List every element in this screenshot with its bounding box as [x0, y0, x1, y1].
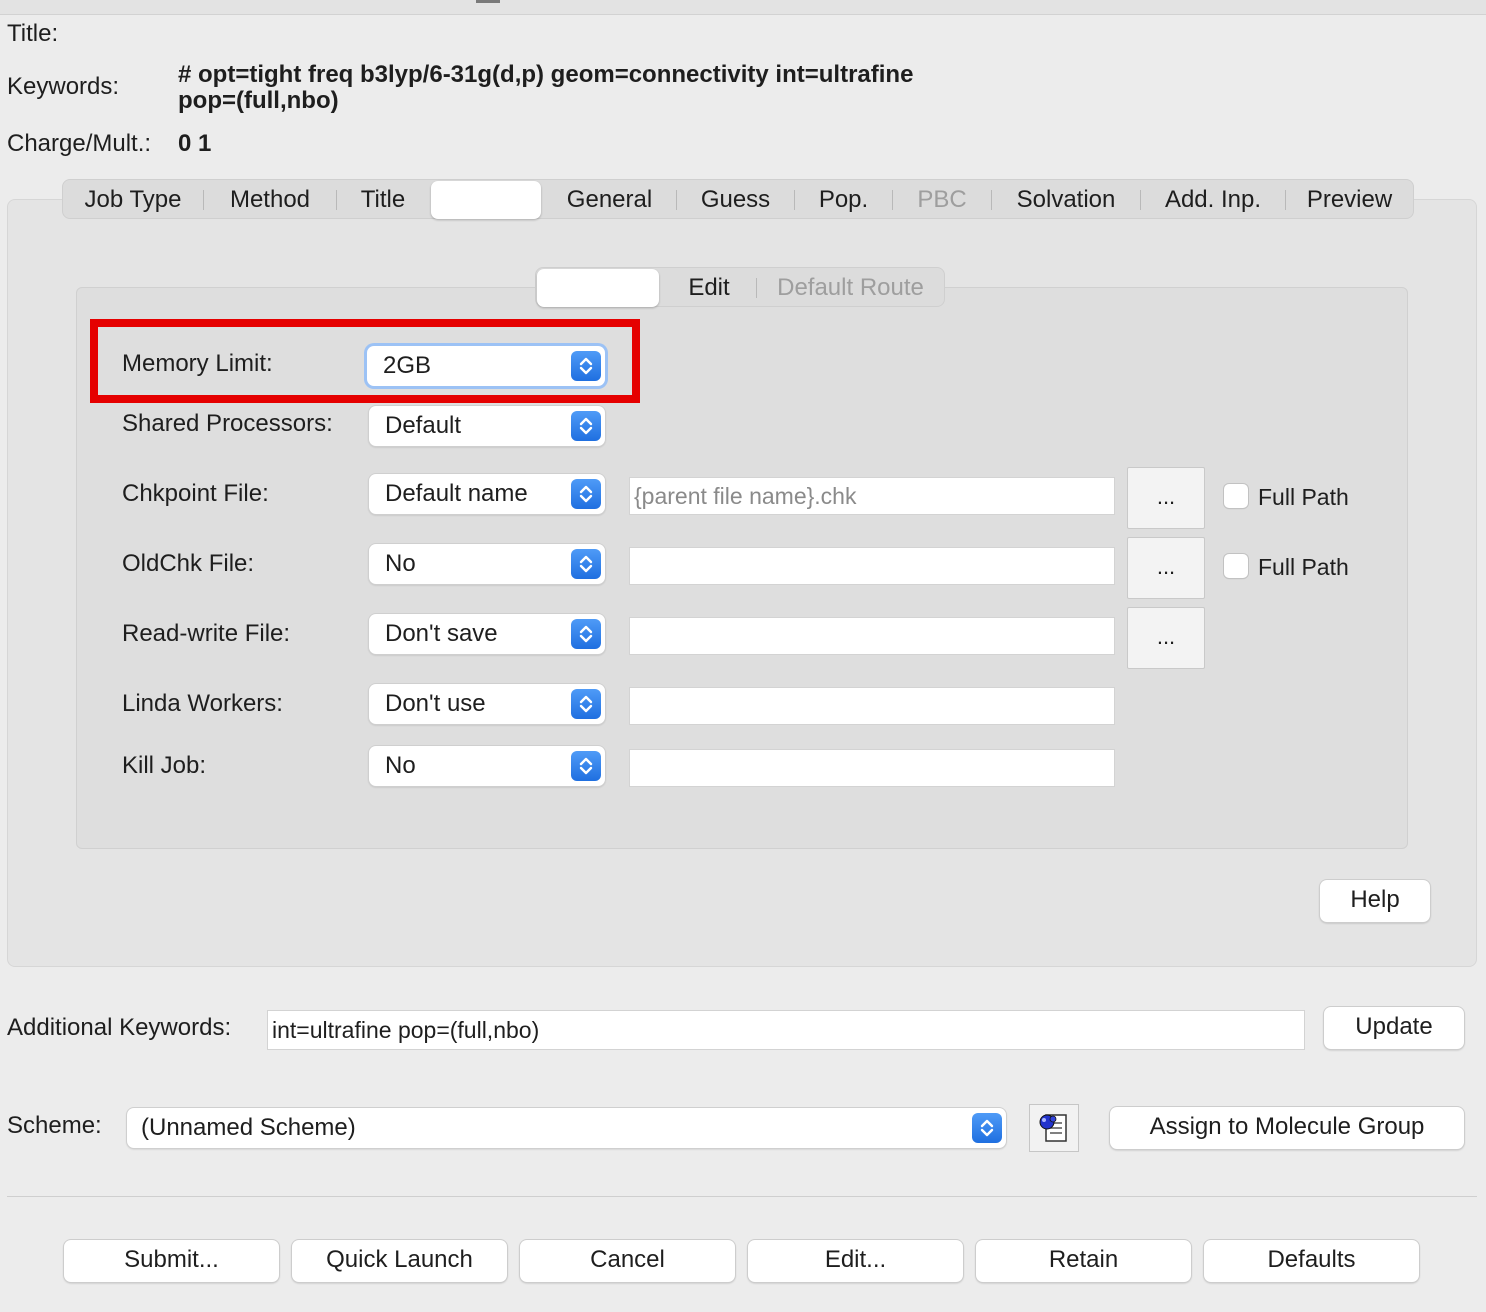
oldchk-full-path-checkbox[interactable]: [1224, 554, 1248, 578]
chkpoint-full-path-checkbox[interactable]: [1224, 484, 1248, 508]
subtab-default-route: Default Route: [777, 274, 924, 301]
tab-pop[interactable]: Pop.: [795, 180, 892, 220]
chkpoint-browse-button[interactable]: ...: [1127, 467, 1205, 529]
stepper-arrows-icon: [571, 549, 601, 579]
oldchk-full-path-label: Full Path: [1258, 554, 1349, 580]
charge-mult-value: 0 1: [178, 130, 212, 157]
tab-preview[interactable]: Preview: [1286, 180, 1413, 220]
tab-solvation[interactable]: Solvation: [992, 180, 1140, 220]
scheme-value: (Unnamed Scheme): [141, 1114, 356, 1141]
defaults-button[interactable]: Defaults: [1204, 1240, 1419, 1282]
subtab-options-selected[interactable]: [537, 269, 659, 307]
tab-job-type[interactable]: Job Type: [63, 180, 203, 220]
linda-workers-label: Linda Workers:: [122, 690, 283, 717]
subtab-edit[interactable]: Edit: [662, 268, 756, 308]
read-write-file-value: Don't save: [385, 620, 498, 647]
scheme-manager-icon: [1039, 1114, 1067, 1142]
read-write-file-label: Read-write File:: [122, 620, 291, 647]
oldchk-file-value: No: [385, 550, 416, 577]
shared-processors-select[interactable]: Default: [369, 406, 605, 446]
kill-job-select[interactable]: No: [369, 746, 605, 786]
stepper-arrows-icon: [571, 619, 601, 649]
window-top-strip: [0, 0, 1486, 15]
stepper-arrows-icon: [571, 689, 601, 719]
tab-pbc: PBC: [917, 186, 967, 213]
tab-general[interactable]: General: [543, 180, 676, 220]
oldchk-browse-button[interactable]: ...: [1127, 537, 1205, 599]
chkpoint-full-path-label: Full Path: [1258, 484, 1349, 510]
linda-workers-select[interactable]: Don't use: [369, 684, 605, 724]
divider: [7, 1196, 1477, 1197]
tab-title[interactable]: Title: [337, 180, 429, 220]
chkpoint-file-value: Default name: [385, 480, 528, 507]
oldchk-file-select[interactable]: No: [369, 544, 605, 584]
retain-button[interactable]: Retain: [976, 1240, 1191, 1282]
tab-add-inp[interactable]: Add. Inp.: [1141, 180, 1285, 220]
additional-keywords-input[interactable]: int=ultrafine pop=(full,nbo): [267, 1010, 1305, 1050]
stepper-arrows-icon: [571, 751, 601, 781]
kill-job-label: Kill Job:: [122, 752, 207, 779]
update-button[interactable]: Update: [1324, 1007, 1464, 1049]
kill-job-field[interactable]: [629, 749, 1115, 787]
read-write-browse-button[interactable]: ...: [1127, 607, 1205, 669]
help-button[interactable]: Help: [1320, 880, 1430, 922]
keywords-line-2: pop=(full,nbo): [178, 87, 339, 114]
keywords-line-1: # opt=tight freq b3lyp/6-31g(d,p) geom=c…: [178, 61, 914, 88]
quick-launch-button[interactable]: Quick Launch: [292, 1240, 507, 1282]
oldchk-file-label: OldChk File:: [122, 550, 255, 577]
tab-method[interactable]: Method: [204, 180, 336, 220]
stepper-arrows-icon: [571, 479, 601, 509]
cancel-button[interactable]: Cancel: [520, 1240, 735, 1282]
linda-workers-value: Don't use: [385, 690, 486, 717]
submit-button[interactable]: Submit...: [64, 1240, 279, 1282]
additional-keywords-label: Additional Keywords:: [7, 1014, 232, 1041]
read-write-file-field[interactable]: [629, 617, 1115, 655]
read-write-file-select[interactable]: Don't save: [369, 614, 605, 654]
oldchk-file-field[interactable]: [629, 547, 1115, 585]
tab-link0-selected[interactable]: [431, 181, 541, 219]
shared-processors-value: Default: [385, 412, 462, 439]
edit-button[interactable]: Edit...: [748, 1240, 963, 1282]
shared-processors-label: Shared Processors:: [122, 410, 333, 437]
tab-guess[interactable]: Guess: [677, 180, 794, 220]
scheme-label: Scheme:: [7, 1112, 102, 1139]
scheme-manager-button[interactable]: [1029, 1104, 1079, 1152]
chkpoint-file-select[interactable]: Default name: [369, 474, 605, 514]
title-label: Title:: [7, 20, 59, 47]
main-tab-bar: Job Type Method Title General Guess Pop.…: [62, 179, 1414, 219]
scheme-select[interactable]: (Unnamed Scheme): [127, 1108, 1006, 1148]
chkpoint-file-field[interactable]: {parent file name}.chk: [629, 477, 1115, 515]
sub-tab-bar: Edit Default Route: [535, 267, 945, 307]
keywords-label: Keywords:: [7, 73, 120, 100]
charge-mult-label: Charge/Mult.:: [7, 130, 152, 157]
kill-job-value: No: [385, 752, 416, 779]
assign-to-molecule-group-button[interactable]: Assign to Molecule Group: [1110, 1107, 1464, 1149]
linda-workers-field[interactable]: [629, 687, 1115, 725]
window-title-marker: [476, 0, 500, 3]
stepper-arrows-icon: [571, 411, 601, 441]
chkpoint-file-label: Chkpoint File:: [122, 480, 269, 507]
highlight-box: [90, 319, 640, 403]
stepper-arrows-icon: [972, 1113, 1002, 1143]
